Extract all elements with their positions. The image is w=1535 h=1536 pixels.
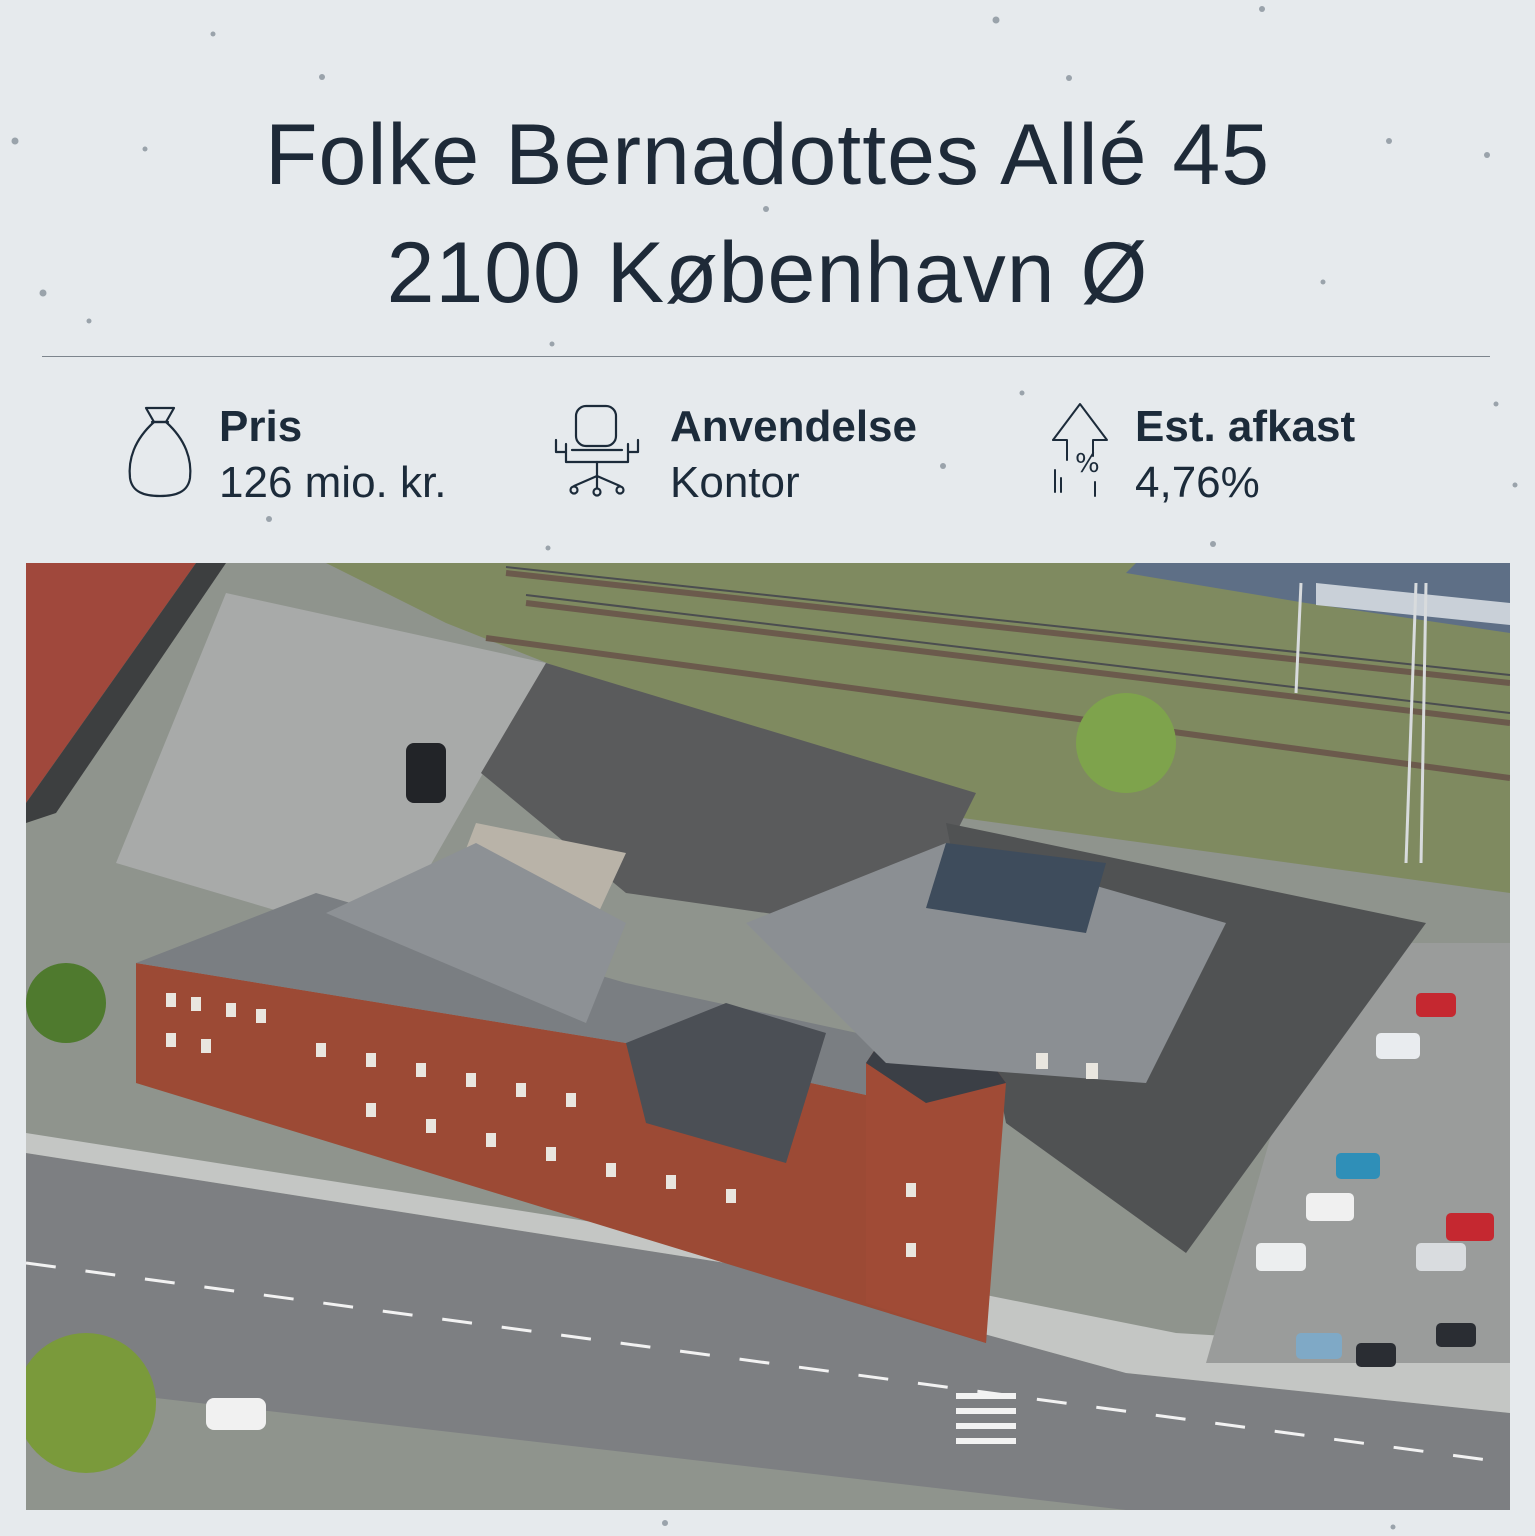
stat-usage: Anvendelse Kontor	[552, 400, 952, 510]
stat-usage-label: Anvendelse	[670, 402, 917, 451]
office-chair-icon	[552, 400, 642, 505]
divider	[42, 356, 1490, 357]
yield-arrow-percent-icon: %	[1049, 400, 1113, 505]
money-bag-icon	[124, 400, 196, 505]
stat-price: Pris 126 mio. kr.	[124, 400, 484, 510]
property-address: Folke Bernadottes Allé 45 2100 København…	[0, 96, 1535, 332]
aerial-building-photo	[26, 563, 1510, 1510]
stat-usage-value: Kontor	[670, 458, 800, 507]
stat-price-label: Pris	[219, 402, 303, 451]
address-street: Folke Bernadottes Allé 45	[264, 107, 1271, 203]
svg-text:%: %	[1075, 449, 1100, 479]
address-city: 2100 København Ø	[386, 225, 1149, 321]
stat-yield-value: 4,76%	[1135, 458, 1260, 507]
stat-yield: % Est. afkast 4,76%	[1049, 400, 1429, 510]
stat-yield-label: Est. afkast	[1135, 402, 1356, 451]
stat-price-value: 126 mio. kr.	[219, 458, 447, 507]
